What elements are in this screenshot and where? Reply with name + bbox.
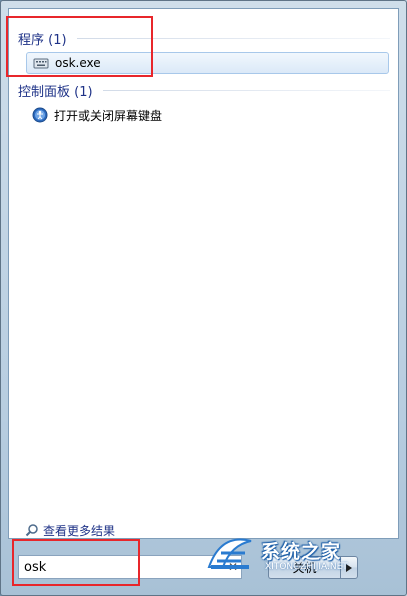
start-menu: 程序 (1) osk.exe 控制面板 (1) 打开或关闭屏幕键盘 查看更多结果… [0,0,407,596]
group-header-control-panel: 控制面板 (1) [18,79,390,101]
group-divider [76,37,390,39]
result-item-osk[interactable]: osk.exe [26,52,389,74]
search-input[interactable] [19,557,225,577]
result-item-label: osk.exe [55,56,101,70]
see-more-results-label: 查看更多结果 [43,523,116,538]
group-header-programs: 程序 (1) [18,27,390,49]
search-box[interactable]: ✕ [18,555,242,579]
ease-of-access-icon [32,107,48,123]
search-results-pane: 程序 (1) osk.exe 控制面板 (1) 打开或关闭屏幕键盘 查看更多结果 [8,8,399,539]
group-header-control-panel-label: 控制面板 (1) [18,84,93,100]
triangle-right-icon [346,563,352,572]
result-item-toggle-osk[interactable]: 打开或关闭屏幕键盘 [26,104,162,126]
keyboard-icon [33,55,49,71]
close-icon[interactable]: ✕ [225,560,241,574]
group-header-programs-label: 程序 (1) [18,32,67,48]
result-item-label: 打开或关闭屏幕键盘 [54,108,163,123]
group-divider [102,89,390,91]
see-more-results-link[interactable]: 查看更多结果 [25,521,115,539]
shutdown-button[interactable]: 关机 [268,556,340,579]
search-icon [25,523,39,537]
shutdown-options-button[interactable] [340,556,358,579]
shutdown-label: 关机 [292,561,317,575]
